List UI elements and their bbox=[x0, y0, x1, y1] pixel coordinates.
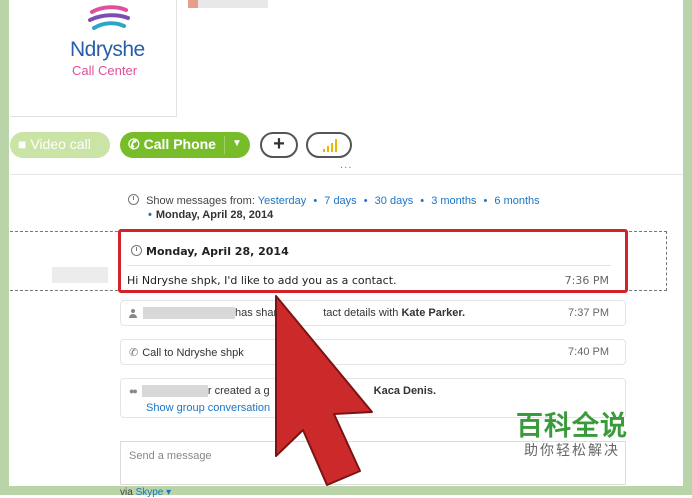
call-phone-button[interactable]: ✆ Call Phone ▼ bbox=[120, 132, 250, 158]
watermark-subtitle: 助你轻松解决 bbox=[524, 443, 620, 459]
video-camera-icon: ■ bbox=[18, 136, 27, 152]
history-option-3-months[interactable]: 3 months bbox=[431, 195, 476, 207]
message-input-placeholder: Send a message bbox=[129, 450, 212, 462]
contact-details-text-b: tact details with bbox=[323, 307, 399, 319]
call-button-separator bbox=[224, 136, 225, 154]
video-call-button[interactable]: ■ Video call bbox=[10, 132, 110, 158]
call-text: Call to Ndryshe shpk bbox=[142, 347, 244, 359]
history-option-7-days[interactable]: 7 days bbox=[324, 195, 356, 207]
contact-status-blur bbox=[188, 0, 198, 8]
message-contact-details[interactable]: has shar tact details with Kate Parker. 7… bbox=[120, 300, 626, 326]
more-options-handle[interactable]: ... bbox=[340, 160, 353, 171]
history-option-6-months[interactable]: 6 months bbox=[494, 195, 539, 207]
sender-avatar-blur bbox=[52, 267, 108, 283]
blurred-name bbox=[143, 307, 235, 320]
phone-icon: ✆ bbox=[128, 136, 140, 152]
group-text-a: r created a g bbox=[207, 385, 270, 397]
contact-details-text-a: has shar bbox=[235, 307, 278, 319]
highlighted-message[interactable]: Monday, April 28, 2014 Hi Ndryshe shpk, … bbox=[118, 229, 628, 293]
message-call[interactable]: ✆ Call to Ndryshe shpk 7:40 PM bbox=[120, 339, 626, 365]
bullet: • bbox=[483, 195, 488, 207]
clock-icon bbox=[128, 194, 139, 205]
group-icon: ●● bbox=[129, 386, 138, 396]
toolbar-divider bbox=[10, 174, 683, 175]
message-time: 7:40 PM bbox=[568, 346, 609, 358]
bullet: • bbox=[148, 209, 152, 221]
clock-icon bbox=[131, 245, 142, 256]
logo-subtitle: Call Center bbox=[72, 63, 138, 78]
signal-bars-icon bbox=[323, 139, 339, 152]
history-prefix: Show messages from: bbox=[146, 195, 255, 207]
history-option-yesterday[interactable]: Yesterday bbox=[258, 195, 307, 207]
contact-header-blur bbox=[188, 0, 268, 8]
show-group-conversation-link[interactable]: Show group conversation bbox=[146, 402, 270, 414]
group-member-name[interactable]: Kaca Denis. bbox=[374, 385, 436, 397]
add-contact-button[interactable]: + bbox=[260, 132, 298, 158]
bullet: • bbox=[420, 195, 425, 207]
message-time: 7:36 PM bbox=[564, 274, 609, 287]
chevron-down-icon[interactable]: ▼ bbox=[232, 132, 242, 156]
via-service-dropdown[interactable]: Skype ▾ bbox=[136, 487, 172, 498]
bullet: • bbox=[313, 195, 318, 207]
logo-name: Ndryshe bbox=[70, 38, 145, 61]
message-divider bbox=[127, 265, 611, 266]
profile-card: Ndryshe Call Center bbox=[10, 0, 177, 117]
call-quality-button[interactable] bbox=[306, 132, 352, 158]
watermark-title: 百科全说 bbox=[516, 411, 628, 442]
send-via: via Skype ▾ bbox=[120, 487, 171, 498]
message-date-label: Monday, April 28, 2014 bbox=[146, 245, 289, 258]
contact-request-text: Hi Ndryshe shpk, I'd like to add you as … bbox=[127, 274, 397, 287]
logo-swirl-icon bbox=[88, 5, 130, 30]
person-icon bbox=[129, 308, 137, 318]
message-date: Monday, April 28, 2014 bbox=[131, 244, 289, 258]
history-selected-date: • Monday, April 28, 2014 bbox=[148, 209, 273, 221]
via-prefix: via bbox=[120, 487, 133, 498]
history-date-label: Monday, April 28, 2014 bbox=[155, 209, 274, 221]
history-filter: Show messages from: Yesterday • 7 days •… bbox=[128, 193, 540, 207]
phone-icon: ✆ bbox=[129, 347, 139, 359]
call-phone-label: Call Phone bbox=[143, 136, 216, 152]
message-time: 7:37 PM bbox=[568, 307, 609, 319]
video-call-label: Video call bbox=[30, 136, 91, 152]
blurred-name bbox=[141, 385, 208, 398]
history-option-30-days[interactable]: 30 days bbox=[375, 195, 414, 207]
bullet: • bbox=[363, 195, 368, 207]
contact-name[interactable]: Kate Parker. bbox=[401, 307, 465, 319]
